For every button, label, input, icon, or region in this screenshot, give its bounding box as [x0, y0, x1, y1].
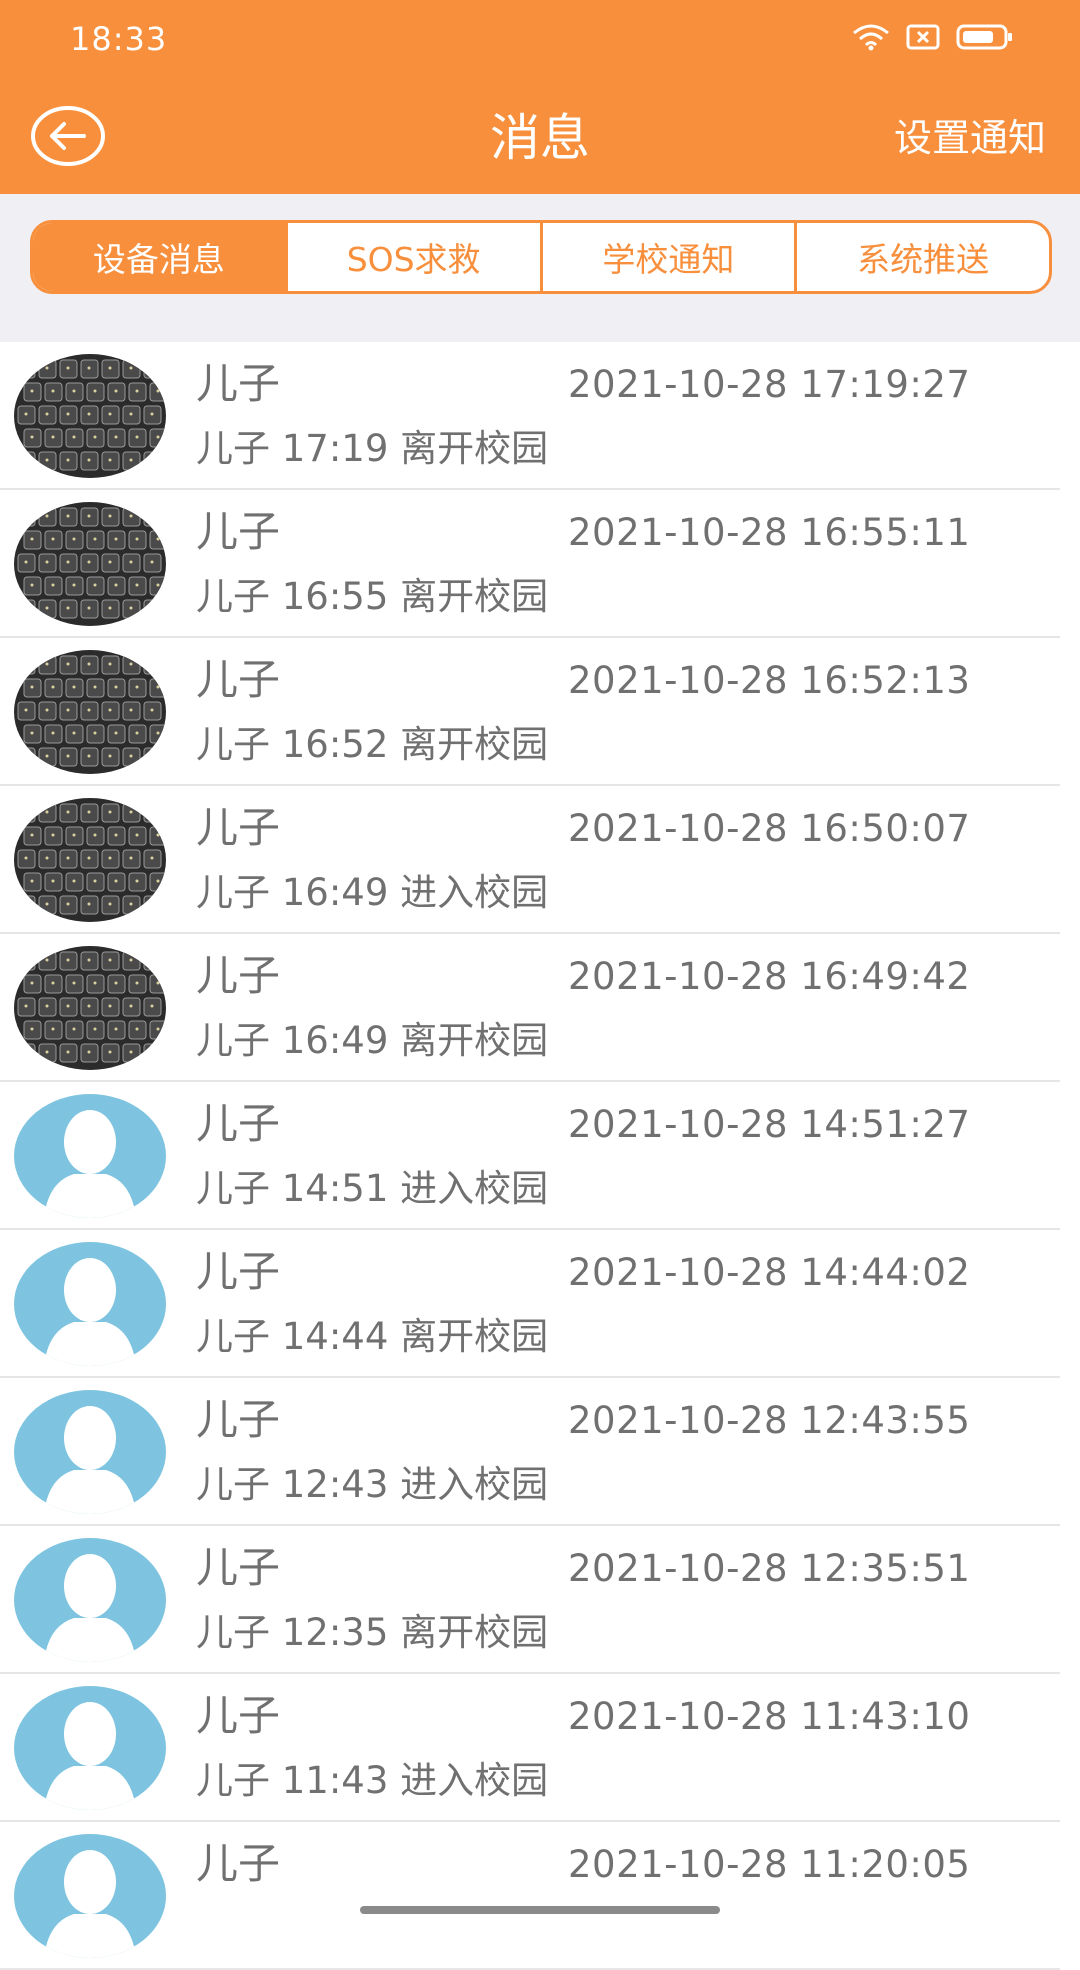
- list-item[interactable]: 儿子 2021-10-28 17:19:27 儿子 17:19 离开校园: [0, 342, 1080, 490]
- sim-card-x-icon: [906, 24, 940, 54]
- message-time: 2021-10-28 16:52:13: [568, 659, 971, 702]
- tab-system-push[interactable]: 系统推送: [794, 223, 1049, 291]
- avatar: [14, 354, 166, 478]
- wifi-icon: [852, 23, 890, 55]
- tab-school-notice[interactable]: 学校通知: [539, 223, 795, 291]
- list-item[interactable]: 儿子 2021-10-28 16:50:07 儿子 16:49 进入校园: [0, 786, 1080, 934]
- message-time: 2021-10-28 16:50:07: [568, 807, 971, 850]
- list-item[interactable]: 儿子 2021-10-28 12:35:51 儿子 12:35 离开校园: [0, 1526, 1080, 1674]
- message-text: 儿子 14:44 离开校园: [196, 1315, 549, 1358]
- message-time: 2021-10-28 16:55:11: [568, 511, 971, 554]
- message-sender: 儿子: [196, 1247, 281, 1296]
- avatar: [14, 1094, 166, 1218]
- avatar: [14, 946, 166, 1070]
- message-list: 儿子 2021-10-28 17:19:27 儿子 17:19 离开校园 儿子 2021…: [0, 342, 1080, 1970]
- message-text: 儿子 11:43 进入校园: [196, 1759, 549, 1802]
- message-sender: 儿子: [196, 803, 281, 852]
- header-bar: 18:33 消息 设置通知: [0, 0, 1080, 194]
- tab-device-messages[interactable]: 设备消息: [33, 223, 285, 291]
- message-time: 2021-10-28 16:49:42: [568, 955, 971, 998]
- message-sender: 儿子: [196, 1691, 281, 1740]
- notification-settings-button[interactable]: 设置通知: [894, 110, 1046, 166]
- message-sender: 儿子: [196, 1395, 281, 1444]
- message-time: 2021-10-28 11:20:05: [568, 1843, 971, 1886]
- message-text: 儿子 16:49 进入校园: [196, 871, 549, 914]
- avatar: [14, 650, 166, 774]
- list-item[interactable]: 儿子 2021-10-28 16:49:42 儿子 16:49 离开校园: [0, 934, 1080, 1082]
- list-item[interactable]: 儿子 2021-10-28 12:43:55 儿子 12:43 进入校园: [0, 1378, 1080, 1526]
- message-text: 儿子 16:55 离开校园: [196, 575, 549, 618]
- message-time: 2021-10-28 12:35:51: [568, 1547, 971, 1590]
- message-time: 2021-10-28 11:43:10: [568, 1695, 971, 1738]
- avatar: [14, 1390, 166, 1514]
- avatar: [14, 502, 166, 626]
- list-item[interactable]: 儿子 2021-10-28 16:52:13 儿子 16:52 离开校园: [0, 638, 1080, 786]
- tab-area: 设备消息 SOS求救 学校通知 系统推送: [0, 194, 1080, 342]
- message-sender: 儿子: [196, 1839, 281, 1888]
- list-item[interactable]: 儿子 2021-10-28 11:20:05: [0, 1822, 1080, 1970]
- avatar: [14, 1538, 166, 1662]
- message-time: 2021-10-28 12:43:55: [568, 1399, 971, 1442]
- avatar: [14, 798, 166, 922]
- avatar: [14, 1686, 166, 1810]
- message-text: 儿子 12:43 进入校园: [196, 1463, 549, 1506]
- message-sender: 儿子: [196, 655, 281, 704]
- avatar: [14, 1242, 166, 1366]
- tab-bar: 设备消息 SOS求救 学校通知 系统推送: [30, 220, 1052, 294]
- list-item[interactable]: 儿子 2021-10-28 14:44:02 儿子 14:44 离开校园: [0, 1230, 1080, 1378]
- home-indicator[interactable]: [360, 1906, 720, 1914]
- status-time: 18:33: [70, 20, 168, 58]
- list-item[interactable]: 儿子 2021-10-28 11:43:10 儿子 11:43 进入校园: [0, 1674, 1080, 1822]
- message-text: 儿子 16:49 离开校园: [196, 1019, 549, 1062]
- message-time: 2021-10-28 14:51:27: [568, 1103, 971, 1146]
- tab-sos[interactable]: SOS求救: [284, 223, 540, 291]
- message-sender: 儿子: [196, 1099, 281, 1148]
- message-sender: 儿子: [196, 951, 281, 1000]
- message-text: 儿子 12:35 离开校园: [196, 1611, 549, 1654]
- message-time: 2021-10-28 17:19:27: [568, 363, 971, 406]
- battery-icon: [956, 23, 1014, 55]
- message-text: 儿子 14:51 进入校园: [196, 1167, 549, 1210]
- list-item[interactable]: 儿子 2021-10-28 16:55:11 儿子 16:55 离开校园: [0, 490, 1080, 638]
- list-item[interactable]: 儿子 2021-10-28 14:51:27 儿子 14:51 进入校园: [0, 1082, 1080, 1230]
- avatar: [14, 1834, 166, 1958]
- message-time: 2021-10-28 14:44:02: [568, 1251, 971, 1294]
- message-text: 儿子 16:52 离开校园: [196, 723, 549, 766]
- message-sender: 儿子: [196, 1543, 281, 1592]
- message-sender: 儿子: [196, 507, 281, 556]
- message-sender: 儿子: [196, 359, 281, 408]
- status-icons: [852, 24, 1014, 54]
- message-text: 儿子 17:19 离开校园: [196, 427, 549, 470]
